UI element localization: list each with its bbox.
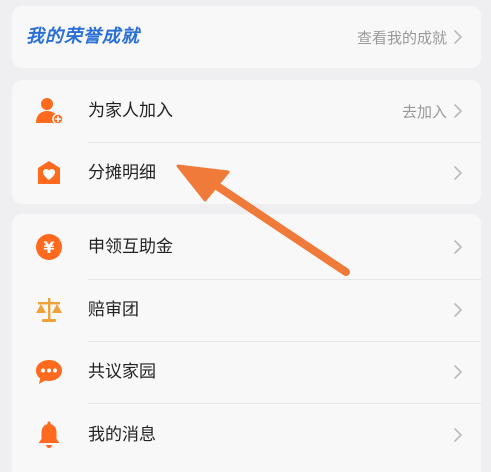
list-item-label: 分摊明细: [88, 163, 156, 183]
chevron-right-icon: [454, 166, 462, 180]
list-item-jury[interactable]: 赔审团: [12, 279, 481, 341]
list-item-join-family[interactable]: 为家人加入 去加入: [12, 80, 481, 142]
honor-row: 查看我的成就: [12, 6, 481, 68]
list-item-messages[interactable]: 我的消息: [12, 404, 481, 466]
shield-heart-icon: [34, 159, 64, 187]
list-item-label: 申领互助金: [88, 237, 173, 257]
row-chevron: [453, 404, 463, 466]
list-item-claim-funds[interactable]: ¥ 申领互助金: [12, 216, 481, 278]
list-item-label: 赔审团: [88, 300, 139, 320]
scale-icon: [34, 296, 64, 324]
list-item-cost-details[interactable]: 分摊明细: [12, 142, 481, 204]
list-item-label: 为家人加入: [88, 101, 173, 121]
view-achievements-label: 查看我的成就: [356, 28, 447, 47]
svg-text:¥: ¥: [43, 238, 54, 257]
chevron-right-icon: [454, 30, 462, 44]
list-item-label: 我的消息: [88, 425, 156, 445]
user-add-icon: [34, 97, 64, 125]
chevron-right-icon: [454, 428, 462, 442]
chevron-right-icon: [454, 365, 462, 379]
chat-bubble-icon: [34, 358, 64, 386]
row-chevron: [453, 216, 463, 278]
bell-icon: [34, 421, 64, 449]
row-chevron: [453, 341, 463, 403]
join-action[interactable]: 去加入: [402, 80, 463, 142]
view-achievements-link[interactable]: 查看我的成就: [357, 6, 463, 68]
family-card: 为家人加入 去加入 分摊明细: [12, 80, 481, 204]
page: 我的荣誉成就 查看我的成就 为家人加入 去加入 分摊明细 ¥ 申领互助金 赔审团…: [0, 0, 491, 472]
yuan-coin-icon: ¥: [34, 233, 64, 261]
list-item-label: 共议家园: [88, 362, 156, 382]
row-chevron: [453, 279, 463, 341]
chevron-right-icon: [454, 303, 462, 317]
chevron-right-icon: [454, 240, 462, 254]
list-item-community[interactable]: 共议家园: [12, 341, 481, 403]
row-chevron: [453, 142, 463, 204]
menu-card: ¥ 申领互助金 赔审团 共议家园 我的消息: [12, 214, 481, 472]
honor-card[interactable]: 我的荣誉成就 查看我的成就: [12, 6, 481, 68]
chevron-right-icon: [454, 104, 462, 118]
join-action-label: 去加入: [401, 102, 447, 121]
